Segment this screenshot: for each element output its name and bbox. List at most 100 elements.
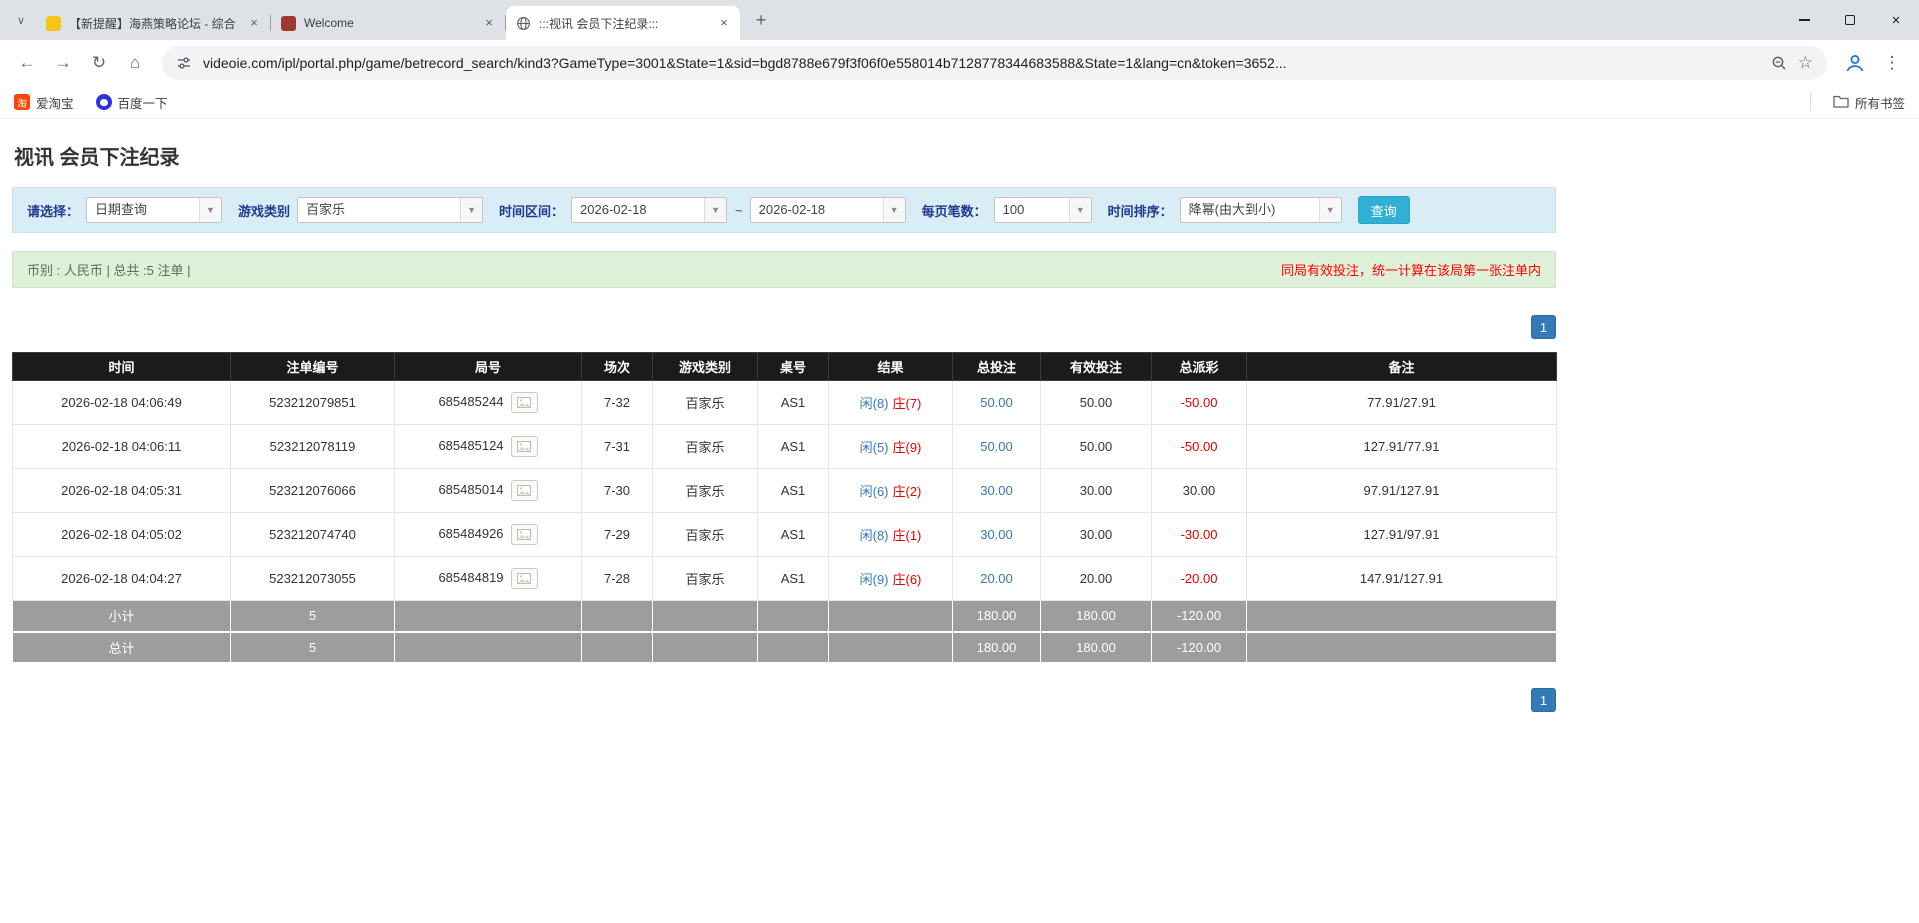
cell-empty	[829, 632, 953, 663]
tab-betrecord[interactable]: :::视讯 会员下注纪录::: ×	[506, 6, 740, 40]
header-bet-no: 注单编号	[231, 353, 395, 381]
home-button[interactable]: ⌂	[118, 46, 152, 80]
result-player: 闲(9)	[860, 572, 889, 587]
forward-button[interactable]: →	[46, 46, 80, 80]
tab-forum[interactable]: 【新提醒】海燕策略论坛 - 综合 ×	[36, 6, 270, 40]
search-button[interactable]: 查询	[1358, 196, 1410, 224]
round-no-text: 685484926	[438, 526, 503, 541]
chevron-down-icon[interactable]: ▼	[883, 198, 905, 222]
cell-note: 147.91/127.91	[1247, 557, 1557, 601]
chevron-down-icon[interactable]: ▼	[1319, 198, 1341, 222]
game-type-value: 百家乐	[298, 198, 460, 222]
result-player: 闲(8)	[860, 396, 889, 411]
cell-payout: 30.00	[1152, 469, 1247, 513]
header-time: 时间	[13, 353, 231, 381]
cell-empty	[829, 601, 953, 632]
tab-close-icon[interactable]: ×	[246, 15, 262, 31]
round-preview-button[interactable]	[511, 436, 538, 457]
cell-empty	[653, 601, 758, 632]
filter-bar: 请选择： 日期查询 ▼ 游戏类别 百家乐 ▼ 时间区间： 2026-02-18 …	[12, 187, 1556, 233]
round-preview-button[interactable]	[511, 524, 538, 545]
mode-select[interactable]: 日期查询 ▼	[86, 197, 222, 223]
cell-round-no: 685485244	[395, 381, 582, 425]
profile-icon[interactable]	[1841, 49, 1869, 77]
subtotal-row: 小计 5 180.00 180.00 -120.00	[13, 601, 1557, 632]
cell-bet-no: 523212078119	[231, 425, 395, 469]
chevron-down-icon[interactable]: ▼	[199, 198, 221, 222]
date-to-select[interactable]: 2026-02-18 ▼	[750, 197, 906, 223]
cell-valid-bet: 30.00	[1041, 469, 1152, 513]
bookmark-star-icon[interactable]: ☆	[1798, 53, 1813, 73]
minimize-button[interactable]	[1781, 0, 1827, 40]
table-row: 2026-02-18 04:05:02 523212074740 6854849…	[13, 513, 1557, 557]
maximize-button[interactable]	[1827, 0, 1873, 40]
cell-note: 77.91/27.91	[1247, 381, 1557, 425]
tab-welcome[interactable]: Welcome ×	[271, 6, 505, 40]
cell-table-no: AS1	[758, 557, 829, 601]
mode-label: 请选择：	[27, 201, 79, 220]
cell-valid-bet: 50.00	[1041, 425, 1152, 469]
bookmark-baidu[interactable]: 百度一下	[96, 93, 168, 112]
cell-result: 闲(8) 庄(1)	[829, 513, 953, 557]
cell-game: 百家乐	[653, 425, 758, 469]
round-preview-button[interactable]	[511, 568, 538, 589]
pagination-page-1[interactable]: 1	[1531, 315, 1556, 339]
page-size-select[interactable]: 100 ▼	[994, 197, 1092, 223]
table-row: 2026-02-18 04:04:27 523212073055 6854848…	[13, 557, 1557, 601]
date-from-select[interactable]: 2026-02-18 ▼	[571, 197, 727, 223]
cell-session: 7-28	[582, 557, 653, 601]
header-payout: 总派彩	[1152, 353, 1247, 381]
tab-search-button[interactable]: ∨	[8, 7, 34, 33]
round-preview-button[interactable]	[511, 392, 538, 413]
bookmarks-divider	[1810, 93, 1811, 111]
range-tilde: ~	[735, 203, 743, 218]
tab-strip: ∨ 【新提醒】海燕策略论坛 - 综合 × Welcome × :::视讯 会员下…	[0, 0, 1919, 40]
sort-select[interactable]: 降幂(由大到小) ▼	[1180, 197, 1342, 223]
cell-session: 7-31	[582, 425, 653, 469]
menu-icon[interactable]: ⋮	[1875, 46, 1909, 80]
subtotal-valid-bet: 180.00	[1041, 601, 1152, 632]
close-window-button[interactable]: ×	[1873, 0, 1919, 40]
game-type-select[interactable]: 百家乐 ▼	[297, 197, 483, 223]
address-bar[interactable]: videoie.com/ipl/portal.php/game/betrecor…	[162, 46, 1827, 80]
page-title: 视讯 会员下注纪录	[14, 141, 1907, 170]
page-size-value: 100	[995, 198, 1069, 222]
all-bookmarks-button[interactable]: 所有书签	[1833, 93, 1905, 112]
cell-game: 百家乐	[653, 557, 758, 601]
cell-result: 闲(9)庄(6)	[829, 557, 953, 601]
zoom-icon[interactable]	[1771, 55, 1787, 71]
cell-total-bet: 30.00	[953, 513, 1041, 557]
chevron-down-icon[interactable]: ▼	[1069, 198, 1091, 222]
pagination-page-1[interactable]: 1	[1531, 688, 1556, 712]
date-range-label: 时间区间：	[499, 201, 564, 220]
round-preview-button[interactable]	[511, 480, 538, 501]
cell-empty	[653, 632, 758, 663]
window-controls: ×	[1781, 0, 1919, 40]
cell-total-bet: 30.00	[953, 469, 1041, 513]
mode-value: 日期查询	[87, 198, 199, 222]
tab-close-icon[interactable]: ×	[481, 15, 497, 31]
cell-game: 百家乐	[653, 513, 758, 557]
table-header-row: 时间 注单编号 局号 场次 游戏类别 桌号 结果 总投注 有效投注 总派彩 备注	[13, 353, 1557, 381]
cell-empty	[758, 601, 829, 632]
new-tab-button[interactable]: +	[748, 7, 774, 33]
url-text[interactable]: videoie.com/ipl/portal.php/game/betrecor…	[203, 55, 1760, 71]
chevron-down-icon[interactable]: ▼	[704, 198, 726, 222]
chevron-down-icon[interactable]: ▼	[460, 198, 482, 222]
summary-currency-count: 币别 : 人民币 | 总共 :5 注单 |	[27, 260, 191, 279]
total-total-bet: 180.00	[953, 632, 1041, 663]
cell-empty	[395, 632, 582, 663]
header-session: 场次	[582, 353, 653, 381]
tab-title: :::视讯 会员下注纪录:::	[539, 15, 708, 32]
baidu-paw-icon	[96, 94, 112, 110]
back-button[interactable]: ←	[10, 46, 44, 80]
cell-time: 2026-02-18 04:05:31	[13, 469, 231, 513]
site-settings-icon[interactable]	[176, 55, 192, 71]
bookmark-taobao[interactable]: 淘 爱淘宝	[14, 93, 74, 112]
result-banker: 庄(1)	[893, 528, 922, 543]
header-valid-bet: 有效投注	[1041, 353, 1152, 381]
tab-close-icon[interactable]: ×	[716, 15, 732, 31]
refresh-button[interactable]: ↻	[82, 46, 116, 80]
result-player: 闲(8)	[860, 528, 889, 543]
round-no-text: 685485014	[438, 482, 503, 497]
